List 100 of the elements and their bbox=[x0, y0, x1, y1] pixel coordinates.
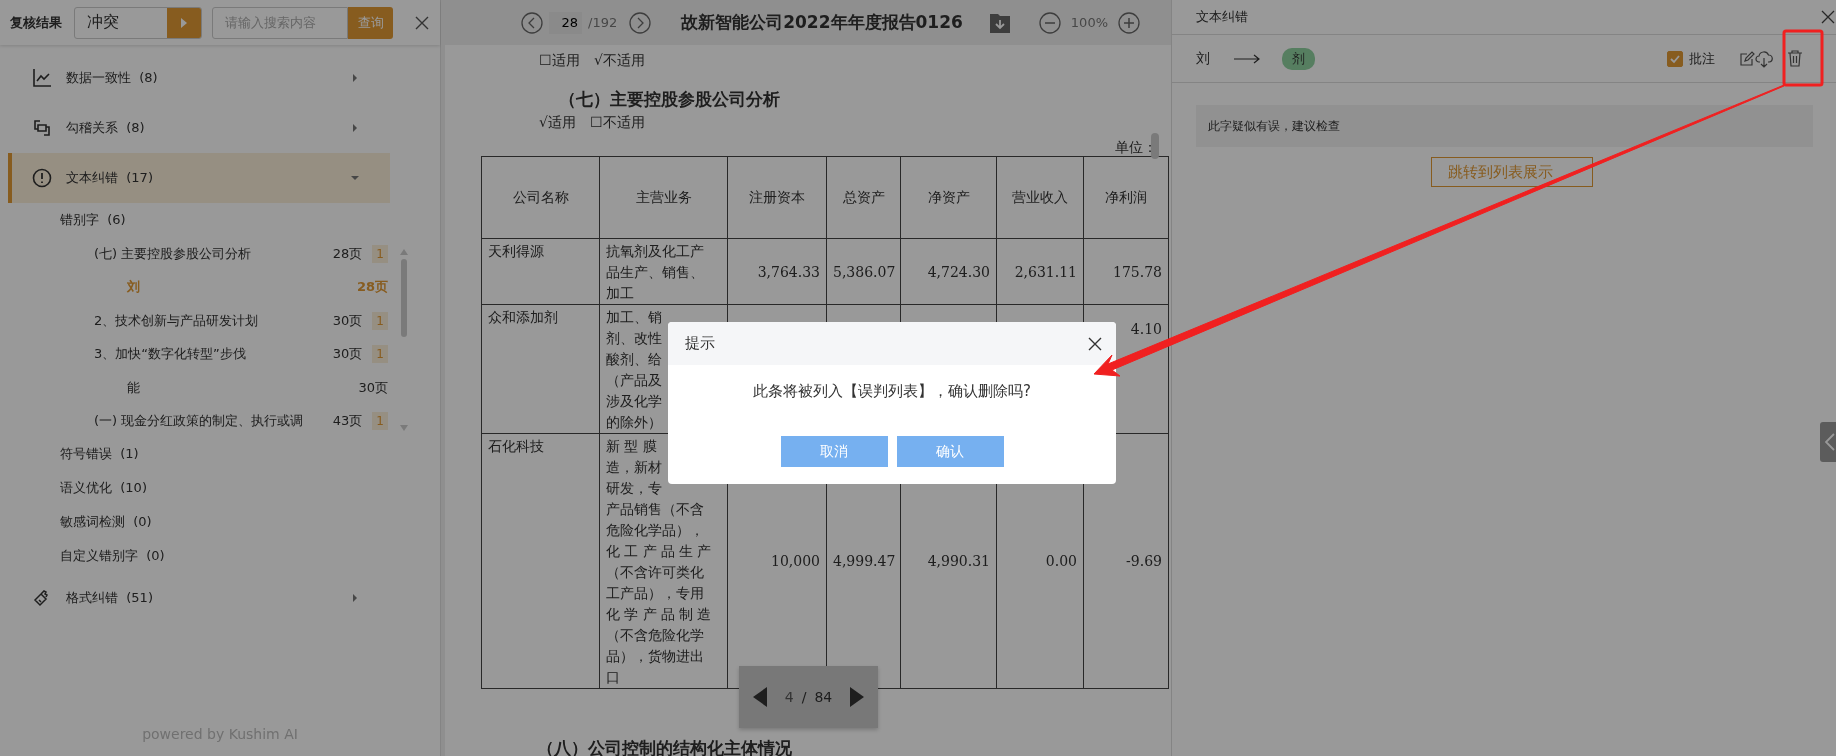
exclamation-circle-icon bbox=[32, 168, 52, 188]
filter-dropdown[interactable]: 冲突 bbox=[74, 6, 202, 39]
checkbox-label: 批注 bbox=[1689, 49, 1715, 68]
table-cell: 众和添加剂 bbox=[488, 309, 558, 325]
column-header: 净资产 bbox=[927, 188, 970, 205]
column-header: 营业收入 bbox=[1012, 188, 1068, 205]
line-chart-icon bbox=[32, 68, 52, 88]
panel-title: 文本纠错 bbox=[1196, 8, 1248, 26]
dialog-message: 此条将被列入【误判列表】，确认删除吗? bbox=[752, 382, 1032, 401]
message-text: 此字疑似有误，建议检查 bbox=[1208, 117, 1340, 135]
original-word: 刘 bbox=[1196, 49, 1210, 68]
table-cell: 造，新材 bbox=[606, 459, 662, 475]
column-header: 净利润 bbox=[1105, 188, 1147, 205]
dialog-title: 提示 bbox=[685, 334, 715, 353]
hit-word[interactable]: 能 bbox=[60, 378, 359, 397]
trash-icon[interactable] bbox=[1787, 50, 1803, 67]
table-cell: 4.10 bbox=[1130, 321, 1162, 337]
table-cell: 3,764.33 bbox=[757, 263, 820, 280]
table-cell: 工产品），专用 bbox=[606, 585, 704, 601]
previous-page-icon[interactable] bbox=[521, 11, 543, 34]
page-number: 30页 bbox=[331, 345, 363, 364]
page-number: 28页 bbox=[331, 244, 363, 263]
page-number: 28页 bbox=[356, 278, 388, 297]
document-text: √适用 ☐不适用 bbox=[538, 113, 646, 132]
table-cell: 加工 bbox=[606, 285, 634, 301]
annotate-checkbox[interactable] bbox=[1667, 50, 1683, 67]
entry-title[interactable]: 2、技术创新与产品研发计划 bbox=[60, 311, 311, 330]
table-cell: 品），货物进出 bbox=[606, 648, 704, 664]
category-item[interactable]: 格式纠错 (51) bbox=[8, 573, 390, 623]
table-cell: 2,631.11 bbox=[1014, 263, 1077, 280]
caret-icon bbox=[180, 16, 188, 29]
count-badge: 1 bbox=[372, 311, 388, 330]
cloud-download-icon[interactable] bbox=[1755, 49, 1773, 68]
page-number: 30页 bbox=[358, 378, 388, 397]
page-number: 30页 bbox=[331, 311, 363, 330]
table-cell: 0.00 bbox=[1045, 553, 1077, 569]
table-cell: 研发，专 bbox=[606, 480, 662, 496]
subcategory-item[interactable]: 符号错误 (1) bbox=[60, 437, 440, 471]
column-header: 公司名称 bbox=[512, 188, 569, 205]
total-count: 84 bbox=[814, 689, 833, 705]
subcategory-item[interactable]: 自定义错别字 (0) bbox=[60, 539, 440, 573]
edit-icon[interactable] bbox=[1739, 50, 1755, 67]
table-cell: 4,999.47 bbox=[833, 553, 896, 569]
table-cell: （产品及 bbox=[606, 372, 662, 388]
entry-title[interactable]: (一) 现金分红政策的制定、执行或调 bbox=[60, 412, 311, 431]
download-icon[interactable] bbox=[988, 11, 1011, 34]
table-cell: 的除外） bbox=[606, 414, 662, 430]
category-item[interactable]: 勾稽关系 (8) bbox=[8, 103, 390, 153]
table-cell: 品生产、销售、 bbox=[606, 264, 704, 280]
category-item[interactable]: 文本纠错 (17) bbox=[8, 153, 390, 203]
column-header: 注册资本 bbox=[749, 188, 805, 205]
previous-icon[interactable] bbox=[752, 687, 767, 707]
section-heading: （七）主要控股参股公司分析 bbox=[558, 88, 781, 110]
category-item[interactable]: 数据一致性 (8) bbox=[8, 53, 390, 103]
table-cell: 加工、销 bbox=[606, 309, 662, 325]
entry-title[interactable]: (七) 主要控股参股公司分析 bbox=[60, 244, 311, 263]
table-cell: 抗氧剂及化工产 bbox=[606, 243, 704, 259]
page-total: /192 bbox=[588, 15, 618, 30]
unit-label: 单位： bbox=[1115, 139, 1157, 155]
table-cell: （不含许可类化 bbox=[606, 564, 704, 580]
page-field[interactable]: 28 bbox=[549, 11, 582, 34]
highlight-frame bbox=[1782, 29, 1824, 87]
table-cell: 剂、改性 bbox=[606, 330, 662, 346]
zoom-level: 100% bbox=[1070, 15, 1108, 30]
current-index: 4 bbox=[784, 689, 794, 705]
table-cell: 化 工 产 品 生 产 bbox=[606, 543, 712, 559]
close-icon[interactable] bbox=[1821, 10, 1835, 24]
table-cell: 4,724.30 bbox=[927, 263, 990, 280]
table-cell: 化 学 产 品 制 造 bbox=[606, 606, 712, 622]
chevron-left-icon bbox=[1825, 433, 1835, 451]
table-cell: 175.78 bbox=[1113, 263, 1162, 280]
close-icon[interactable] bbox=[1088, 336, 1102, 351]
table-cell: 天利得源 bbox=[488, 243, 544, 259]
right-arrow-icon bbox=[1234, 53, 1260, 64]
index-separator: / bbox=[801, 689, 807, 705]
entry-title[interactable]: 3、加快“数字化转型”步伐 bbox=[60, 345, 311, 364]
next-icon[interactable] bbox=[850, 687, 865, 707]
table-cell: 危险化学品）， bbox=[606, 522, 704, 538]
count-badge: 1 bbox=[372, 244, 388, 263]
subcategory-item[interactable]: 语义优化 (10) bbox=[60, 471, 440, 505]
next-page-icon[interactable] bbox=[629, 11, 652, 34]
zoom-out-icon[interactable] bbox=[1038, 11, 1061, 34]
subcategory-item[interactable]: 错别字 (6) bbox=[60, 203, 440, 237]
column-header: 总资产 bbox=[842, 188, 885, 205]
link-squares-icon bbox=[32, 118, 52, 138]
document-text: ☐适用 √不适用 bbox=[538, 51, 646, 70]
column-header: 主营业务 bbox=[635, 188, 692, 205]
suggestion-tag: 剂 bbox=[1282, 47, 1315, 70]
table-cell: （不含危险化学 bbox=[606, 627, 704, 643]
document-title: 故新智能公司2022年年度报告0126 bbox=[681, 11, 963, 34]
count-badge: 1 bbox=[372, 412, 388, 431]
count-badge: 1 bbox=[372, 345, 388, 364]
page-number: 43页 bbox=[331, 412, 363, 431]
zoom-in-icon[interactable] bbox=[1118, 11, 1140, 34]
collapse-tab[interactable] bbox=[1820, 422, 1836, 462]
subcategory-item[interactable]: 敏感词检测 (0) bbox=[60, 505, 440, 539]
scrollbar[interactable] bbox=[1151, 133, 1159, 159]
table-cell: 涉及化学 bbox=[606, 393, 662, 409]
table-cell: 10,000 bbox=[771, 553, 820, 569]
table-cell: 5,386.07 bbox=[833, 263, 896, 280]
